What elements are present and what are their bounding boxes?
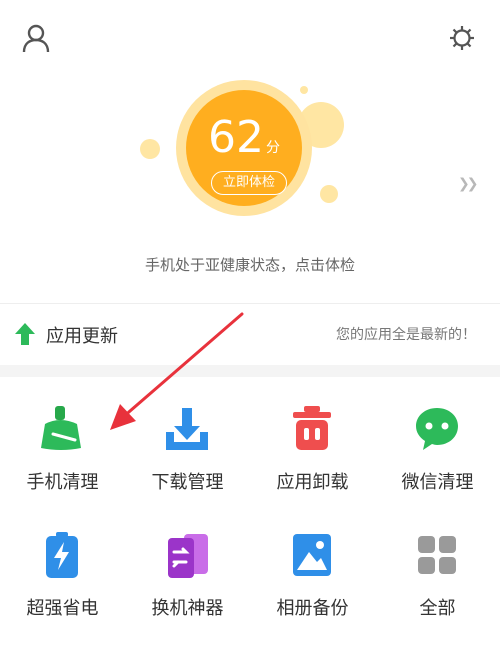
tool-label: 超强省电 bbox=[26, 598, 99, 619]
health-score-unit: 分 bbox=[266, 140, 280, 156]
health-score-value: 62 bbox=[208, 112, 264, 163]
check-now-button[interactable]: 立即体检 bbox=[211, 171, 287, 195]
health-hint[interactable]: 手机处于亚健康状态，点击体检 bbox=[0, 254, 500, 275]
app-update-status: 您的应用全是最新的！ bbox=[336, 327, 476, 343]
decor-bubble bbox=[320, 185, 338, 203]
tool-all[interactable]: 全部 bbox=[375, 506, 500, 626]
user-icon[interactable] bbox=[16, 18, 56, 58]
photo-icon bbox=[287, 530, 337, 580]
app-update-row[interactable]: 应用更新 您的应用全是最新的！ bbox=[0, 310, 500, 360]
decor-bubble bbox=[300, 86, 308, 94]
tool-wechat-clean[interactable]: 微信清理 bbox=[375, 380, 500, 500]
trash-icon bbox=[287, 404, 337, 454]
section-separator bbox=[0, 365, 500, 377]
decor-bubble bbox=[140, 139, 160, 159]
tool-label: 下载管理 bbox=[151, 472, 224, 493]
app-update-title: 应用更新 bbox=[46, 326, 118, 347]
tool-album-backup[interactable]: 相册备份 bbox=[250, 506, 375, 626]
gear-icon[interactable] bbox=[442, 18, 482, 58]
top-bar bbox=[0, 0, 500, 70]
tools-grid: 手机清理 下载管理 应用卸载 微信清理 超强省电 换机神器 相册备份 全部 bbox=[0, 380, 500, 646]
tool-phone-transfer[interactable]: 换机神器 bbox=[125, 506, 250, 626]
tool-download-manager[interactable]: 下载管理 bbox=[125, 380, 250, 500]
tool-label: 微信清理 bbox=[401, 472, 474, 493]
tool-phone-clean[interactable]: 手机清理 bbox=[0, 380, 125, 500]
tool-label: 应用卸载 bbox=[276, 472, 349, 493]
broom-icon bbox=[37, 404, 87, 454]
divider bbox=[0, 303, 500, 304]
health-score: 62 分 bbox=[186, 116, 302, 170]
download-icon bbox=[162, 404, 212, 454]
tool-label: 换机神器 bbox=[151, 598, 224, 619]
tool-label: 全部 bbox=[419, 598, 456, 619]
tool-label: 相册备份 bbox=[276, 598, 349, 619]
arrow-up-icon bbox=[14, 322, 36, 350]
grid-icon bbox=[412, 530, 462, 580]
tool-power-saving[interactable]: 超强省电 bbox=[0, 506, 125, 626]
tool-label: 手机清理 bbox=[26, 472, 99, 493]
battery-icon bbox=[37, 530, 87, 580]
phone-transfer-icon bbox=[162, 530, 212, 580]
chevron-right-icon[interactable]: ❯❯ bbox=[458, 176, 479, 192]
tool-app-uninstall[interactable]: 应用卸载 bbox=[250, 380, 375, 500]
wechat-icon bbox=[412, 404, 462, 454]
